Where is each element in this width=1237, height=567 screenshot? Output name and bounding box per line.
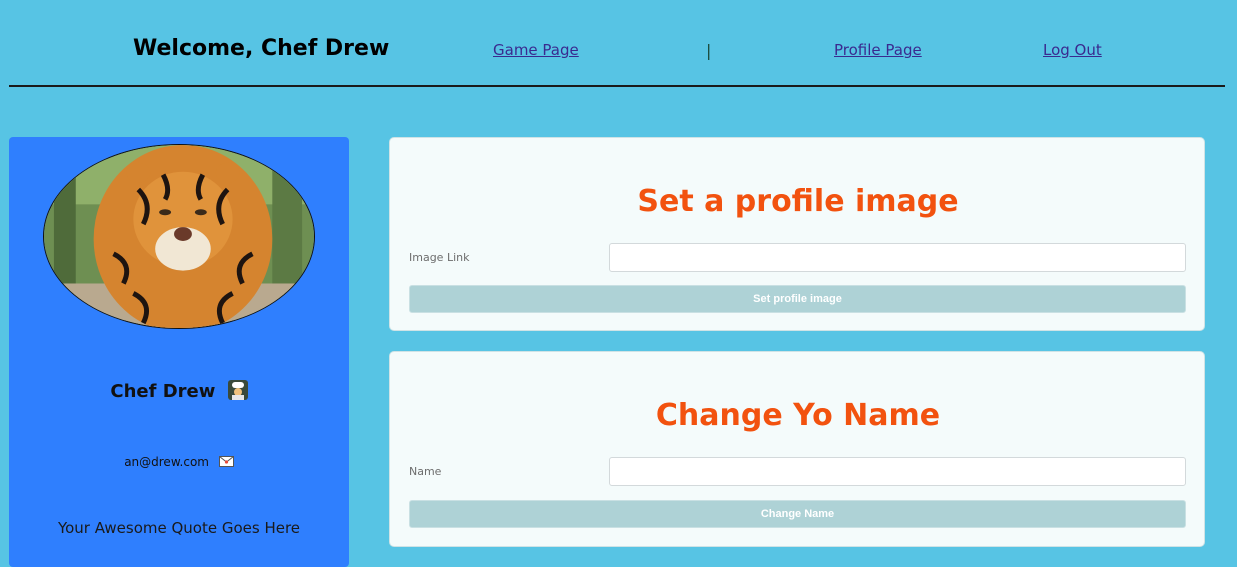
set-profile-image-button[interactable]: Set profile image	[409, 285, 1186, 313]
profile-email-row: an@drew.com	[9, 455, 349, 469]
name-label: Name	[409, 465, 442, 478]
log-out-link[interactable]: Log Out	[1043, 41, 1102, 59]
welcome-heading: Welcome, Chef Drew	[133, 36, 390, 61]
game-page-link[interactable]: Game Page	[493, 41, 579, 59]
set-profile-image-panel: Set a profile image Image Link Set profi…	[389, 137, 1205, 331]
profile-page-link[interactable]: Profile Page	[834, 41, 922, 59]
change-name-panel: Change Yo Name Name Change Name	[389, 351, 1205, 547]
tiger-photo-icon	[44, 145, 314, 328]
nav-separator: |	[706, 41, 712, 60]
name-input[interactable]	[609, 457, 1186, 486]
change-name-title: Change Yo Name	[655, 398, 941, 433]
set-profile-image-title: Set a profile image	[637, 184, 959, 219]
profile-card: Chef Drew an@drew.com Your Awesome Quote…	[9, 137, 349, 567]
profile-email: an@drew.com	[124, 455, 209, 469]
chef-emoji-icon	[227, 380, 248, 400]
image-link-label: Image Link	[409, 251, 470, 264]
profile-name: Chef Drew	[110, 381, 216, 402]
envelope-emoji-icon	[218, 456, 234, 467]
top-nav-bar: Welcome, Chef Drew Game Page | Profile P…	[9, 0, 1225, 87]
image-link-input[interactable]	[609, 243, 1186, 272]
change-name-button[interactable]: Change Name	[409, 500, 1186, 528]
profile-avatar	[43, 144, 315, 329]
profile-name-row: Chef Drew	[9, 380, 349, 402]
profile-quote: Your Awesome Quote Goes Here	[57, 519, 301, 537]
